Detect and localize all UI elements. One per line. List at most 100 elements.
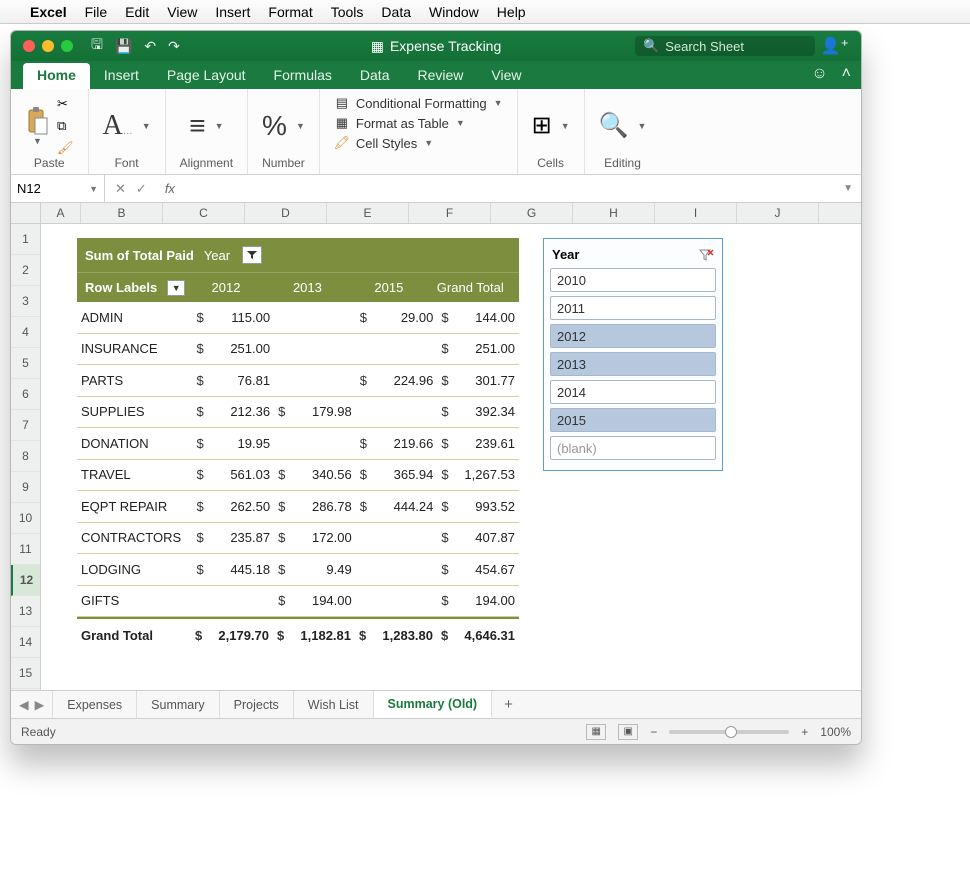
sheet-tab-projects[interactable]: Projects	[220, 691, 294, 718]
menu-tools[interactable]: Tools	[331, 4, 364, 20]
pivot-row[interactable]: CONTRACTORS$235.87$172.00$407.87	[77, 523, 519, 555]
pivot-cell[interactable]: $212.36	[192, 404, 274, 419]
formula-input[interactable]	[183, 175, 835, 202]
row-header-6[interactable]: 6	[11, 379, 40, 410]
row-header-10[interactable]: 10	[11, 503, 40, 534]
col-header-D[interactable]: D	[245, 203, 327, 223]
menu-data[interactable]: Data	[381, 4, 411, 20]
row-header-15[interactable]: 15	[11, 658, 40, 689]
pivot-cell[interactable]: $993.52	[437, 499, 519, 514]
zoom-slider[interactable]	[669, 730, 789, 734]
undo-icon[interactable]: ↶	[144, 38, 156, 55]
tab-formulas[interactable]: Formulas	[260, 63, 346, 89]
pivot-cell[interactable]: $235.87	[192, 530, 274, 545]
col-header-G[interactable]: G	[491, 203, 573, 223]
pivot-cell[interactable]: $194.00	[437, 593, 519, 608]
row-header-1[interactable]: 1	[11, 224, 40, 255]
slicer-item-2013[interactable]: 2013	[550, 352, 716, 376]
pivot-cell[interactable]: $224.96	[356, 373, 438, 388]
sheet-tab-summary--old-[interactable]: Summary (Old)	[374, 691, 493, 718]
menu-view[interactable]: View	[167, 4, 197, 20]
pivot-row[interactable]: PARTS$76.81$224.96$301.77	[77, 365, 519, 397]
slicer-item-blank[interactable]: (blank)	[550, 436, 716, 460]
pivot-cell[interactable]: $9.49	[274, 562, 356, 577]
find-icon[interactable]: 🔍	[599, 111, 629, 140]
row-header-12[interactable]: 12	[11, 565, 40, 596]
row-header-2[interactable]: 2	[11, 255, 40, 286]
redo-icon[interactable]: ↷	[168, 38, 180, 55]
pivot-cell[interactable]: $144.00	[437, 310, 519, 325]
pivot-row[interactable]: ADMIN$115.00$29.00$144.00	[77, 302, 519, 334]
share-icon[interactable]: 👤⁺	[821, 36, 849, 56]
confirm-icon[interactable]: ✓	[136, 181, 147, 197]
col-header-J[interactable]: J	[737, 203, 819, 223]
pivot-cell[interactable]: $29.00	[356, 310, 438, 325]
menu-help[interactable]: Help	[497, 4, 526, 20]
normal-view-icon[interactable]: ▦	[586, 724, 606, 740]
sheet-nav-prev-icon[interactable]: ◀	[19, 697, 29, 712]
row-header-3[interactable]: 3	[11, 286, 40, 317]
pivot-row[interactable]: INSURANCE$251.00$251.00	[77, 334, 519, 366]
cut-icon[interactable]: ✂	[57, 96, 74, 112]
sheet-tab-expenses[interactable]: Expenses	[52, 691, 137, 718]
fx-icon[interactable]: fx	[157, 181, 183, 196]
pivot-cell[interactable]: $561.03	[192, 467, 274, 482]
paste-icon[interactable]	[25, 106, 49, 136]
col-header-B[interactable]: B	[81, 203, 163, 223]
sheet-tab-summary[interactable]: Summary	[137, 691, 219, 718]
pivot-cell[interactable]: $115.00	[192, 310, 274, 325]
close-window-icon[interactable]	[23, 40, 35, 52]
pivot-row[interactable]: GIFTS$194.00$194.00	[77, 586, 519, 618]
sheet-tab-wish-list[interactable]: Wish List	[294, 691, 374, 718]
pivot-cell[interactable]: $251.00	[437, 341, 519, 356]
namebox-dropdown-icon[interactable]: ▼	[89, 184, 98, 194]
add-sheet-button[interactable]: +	[492, 696, 525, 713]
cell-styles-button[interactable]: 🖍Cell Styles▼	[334, 135, 503, 151]
pivot-cell[interactable]: $407.87	[437, 530, 519, 545]
year-slicer[interactable]: Year 201020112012201320142015(blank)	[543, 238, 723, 471]
row-labels-dropdown-icon[interactable]: ▼	[167, 280, 185, 296]
menu-insert[interactable]: Insert	[215, 4, 250, 20]
pivot-cell[interactable]: $340.56	[274, 467, 356, 482]
sheet-canvas[interactable]: Sum of Total Paid Year Row Labels ▼ 2012…	[41, 224, 861, 690]
slicer-item-2015[interactable]: 2015	[550, 408, 716, 432]
conditional-formatting-button[interactable]: ▤Conditional Formatting▼	[334, 95, 503, 111]
slicer-item-2014[interactable]: 2014	[550, 380, 716, 404]
save-alt-icon[interactable]: 💾	[115, 38, 132, 55]
slicer-item-2010[interactable]: 2010	[550, 268, 716, 292]
pivot-filter-icon[interactable]	[242, 246, 262, 264]
row-header-14[interactable]: 14	[11, 627, 40, 658]
col-header-E[interactable]: E	[327, 203, 409, 223]
row-header-5[interactable]: 5	[11, 348, 40, 379]
pivot-cell[interactable]: $454.67	[437, 562, 519, 577]
row-header-4[interactable]: 4	[11, 317, 40, 348]
pivot-cell[interactable]: $392.34	[437, 404, 519, 419]
slicer-item-2011[interactable]: 2011	[550, 296, 716, 320]
pivot-cell[interactable]: $19.95	[192, 436, 274, 451]
tab-insert[interactable]: Insert	[90, 63, 153, 89]
format-painter-icon[interactable]: 🖌	[57, 140, 74, 156]
pivot-cell[interactable]: $219.66	[356, 436, 438, 451]
search-sheet[interactable]: 🔍 Search Sheet	[635, 36, 815, 56]
page-layout-view-icon[interactable]: ▣	[618, 724, 638, 740]
format-as-table-button[interactable]: ▦Format as Table▼	[334, 115, 503, 131]
col-header-I[interactable]: I	[655, 203, 737, 223]
tab-home[interactable]: Home	[23, 63, 90, 89]
slicer-clear-filter-icon[interactable]	[698, 248, 714, 262]
pivot-row[interactable]: TRAVEL$561.03$340.56$365.94$1,267.53	[77, 460, 519, 492]
pivot-cell[interactable]: $444.24	[356, 499, 438, 514]
row-header-13[interactable]: 13	[11, 596, 40, 627]
percent-icon[interactable]: %	[262, 110, 287, 142]
menu-format[interactable]: Format	[268, 4, 312, 20]
pivot-cell[interactable]: $286.78	[274, 499, 356, 514]
pivot-cell[interactable]: $301.77	[437, 373, 519, 388]
zoom-thumb[interactable]	[725, 726, 737, 738]
expand-formula-icon[interactable]: ▼	[835, 183, 861, 194]
col-header-F[interactable]: F	[409, 203, 491, 223]
zoom-in-icon[interactable]: +	[801, 725, 808, 739]
zoom-out-icon[interactable]: −	[650, 725, 657, 739]
zoom-window-icon[interactable]	[61, 40, 73, 52]
pivot-row[interactable]: EQPT REPAIR$262.50$286.78$444.24$993.52	[77, 491, 519, 523]
sheet-nav-next-icon[interactable]: ▶	[35, 697, 45, 712]
menu-file[interactable]: File	[85, 4, 108, 20]
